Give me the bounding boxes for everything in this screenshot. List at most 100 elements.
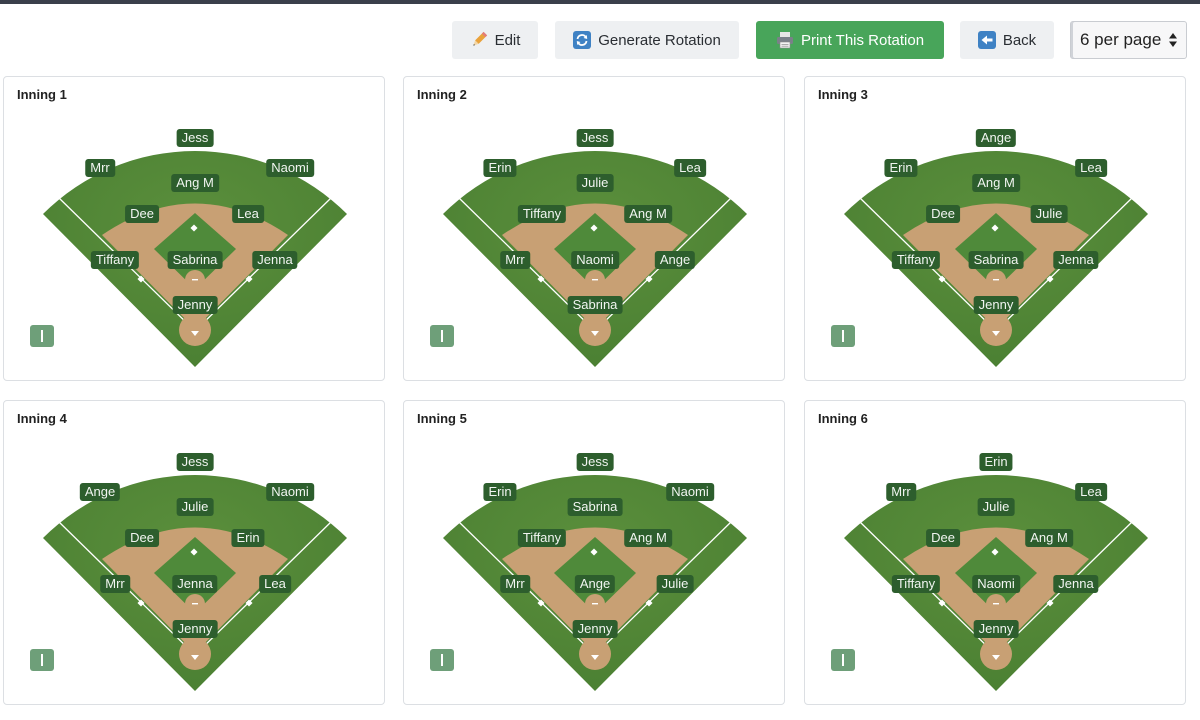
position-catcher[interactable]: Jenny <box>973 296 1019 314</box>
per-page-select[interactable]: 6 per page <box>1070 21 1187 59</box>
position-first-base[interactable]: Jenna <box>252 251 298 269</box>
position-pitcher[interactable]: Sabrina <box>968 251 1024 269</box>
inning-card: Inning 6 Erin Mrr Lea Julie Dee Ang M Tiffany Na… <box>804 400 1186 705</box>
pencil-icon <box>470 31 488 49</box>
position-center-field[interactable]: Jess <box>176 129 214 147</box>
inning-card: Inning 3 Ange Erin Lea Ang M Dee Julie Tiffany S… <box>804 76 1186 381</box>
position-shortstop[interactable]: Dee <box>125 529 159 547</box>
position-catcher[interactable]: Jenny <box>572 620 618 638</box>
position-rover[interactable]: Sabrina <box>567 498 623 516</box>
position-pitcher[interactable]: Naomi <box>972 575 1020 593</box>
collapse-button[interactable] <box>831 649 855 671</box>
back-button[interactable]: Back <box>960 21 1054 59</box>
position-catcher[interactable]: Jenny <box>172 620 218 638</box>
position-shortstop[interactable]: Tiffany <box>517 205 567 223</box>
position-right-field[interactable]: Lea <box>674 159 706 177</box>
position-pitcher[interactable]: Sabrina <box>167 251 223 269</box>
position-catcher[interactable]: Jenny <box>172 296 218 314</box>
position-center-field[interactable]: Jess <box>576 129 614 147</box>
position-third-base[interactable]: Tiffany <box>891 251 941 269</box>
position-right-field[interactable]: Naomi <box>266 159 314 177</box>
per-page-value: 6 per page <box>1080 30 1162 49</box>
position-left-field[interactable]: Erin <box>483 159 517 177</box>
position-right-field[interactable]: Naomi <box>666 483 714 501</box>
position-second-base[interactable]: Lea <box>232 205 264 223</box>
position-third-base[interactable]: Tiffany <box>90 251 140 269</box>
inning-title: Inning 1 <box>17 87 67 102</box>
position-left-field[interactable]: Mrr <box>85 159 115 177</box>
printer-icon <box>776 31 794 49</box>
position-left-field[interactable]: Ange <box>79 483 121 501</box>
position-second-base[interactable]: Julie <box>1030 205 1068 223</box>
collapse-button[interactable] <box>831 325 855 347</box>
position-second-base[interactable]: Ang M <box>624 529 672 547</box>
softball-field <box>844 475 1148 691</box>
position-first-base[interactable]: Lea <box>259 575 291 593</box>
position-first-base[interactable]: Jenna <box>1053 575 1099 593</box>
position-catcher[interactable]: Jenny <box>973 620 1019 638</box>
collapse-button[interactable] <box>30 649 54 671</box>
inning-title: Inning 6 <box>818 411 868 426</box>
position-right-field[interactable]: Lea <box>1075 159 1107 177</box>
collapse-icon <box>441 330 443 342</box>
position-first-base[interactable]: Julie <box>656 575 694 593</box>
refresh-icon <box>573 31 592 49</box>
print-rotation-button[interactable]: Print This Rotation <box>756 21 944 59</box>
inning-title: Inning 2 <box>417 87 467 102</box>
select-arrows-icon <box>1168 31 1178 54</box>
top-bar <box>0 0 1200 4</box>
position-catcher[interactable]: Sabrina <box>567 296 623 314</box>
inning-title: Inning 3 <box>818 87 868 102</box>
position-center-field[interactable]: Erin <box>979 453 1013 471</box>
collapse-button[interactable] <box>430 325 454 347</box>
position-second-base[interactable]: Erin <box>231 529 265 547</box>
position-third-base[interactable]: Mrr <box>500 251 530 269</box>
softball-field <box>443 475 747 691</box>
softball-field <box>43 151 347 367</box>
position-center-field[interactable]: Ange <box>975 129 1017 147</box>
inning-card: Inning 4 Jess Ange Naomi Julie Dee Erin Mrr Jenn… <box>3 400 385 705</box>
position-first-base[interactable]: Ange <box>654 251 696 269</box>
generate-rotation-button[interactable]: Generate Rotation <box>555 21 739 59</box>
position-right-field[interactable]: Naomi <box>266 483 314 501</box>
position-shortstop[interactable]: Dee <box>926 529 960 547</box>
position-second-base[interactable]: Ang M <box>1025 529 1073 547</box>
position-center-field[interactable]: Jess <box>176 453 214 471</box>
inning-card: Inning 1 Jess Mrr Naomi Ang M Dee Lea Tiffany Sa… <box>3 76 385 381</box>
position-third-base[interactable]: Mrr <box>500 575 530 593</box>
position-rover[interactable]: Ang M <box>972 174 1020 192</box>
position-left-field[interactable]: Mrr <box>886 483 916 501</box>
position-pitcher[interactable]: Naomi <box>571 251 619 269</box>
position-rover[interactable]: Julie <box>176 498 214 516</box>
collapse-icon <box>41 654 43 666</box>
position-rover[interactable]: Ang M <box>171 174 219 192</box>
position-rover[interactable]: Julie <box>576 174 614 192</box>
softball-field <box>844 151 1148 367</box>
position-left-field[interactable]: Erin <box>884 159 918 177</box>
edit-button[interactable]: Edit <box>452 21 538 59</box>
position-shortstop[interactable]: Dee <box>125 205 159 223</box>
position-center-field[interactable]: Jess <box>576 453 614 471</box>
position-shortstop[interactable]: Tiffany <box>517 529 567 547</box>
position-first-base[interactable]: Jenna <box>1053 251 1099 269</box>
inning-card: Inning 2 Jess Erin Lea Julie Tiffany Ang M Mrr N… <box>403 76 785 381</box>
collapse-icon <box>842 654 844 666</box>
position-shortstop[interactable]: Dee <box>926 205 960 223</box>
position-pitcher[interactable]: Jenna <box>172 575 218 593</box>
collapse-icon <box>441 654 443 666</box>
collapse-button[interactable] <box>430 649 454 671</box>
inning-card: Inning 5 Jess Erin Naomi Sabrina Tiffany Ang M… <box>403 400 785 705</box>
position-third-base[interactable]: Tiffany <box>891 575 941 593</box>
position-left-field[interactable]: Erin <box>483 483 517 501</box>
collapse-button[interactable] <box>30 325 54 347</box>
inning-title: Inning 5 <box>417 411 467 426</box>
position-rover[interactable]: Julie <box>977 498 1015 516</box>
position-third-base[interactable]: Mrr <box>100 575 130 593</box>
inning-title: Inning 4 <box>17 411 67 426</box>
softball-field <box>443 151 747 367</box>
softball-field <box>43 475 347 691</box>
position-second-base[interactable]: Ang M <box>624 205 672 223</box>
back-label: Back <box>1002 31 1037 49</box>
position-right-field[interactable]: Lea <box>1075 483 1107 501</box>
position-pitcher[interactable]: Ange <box>574 575 616 593</box>
